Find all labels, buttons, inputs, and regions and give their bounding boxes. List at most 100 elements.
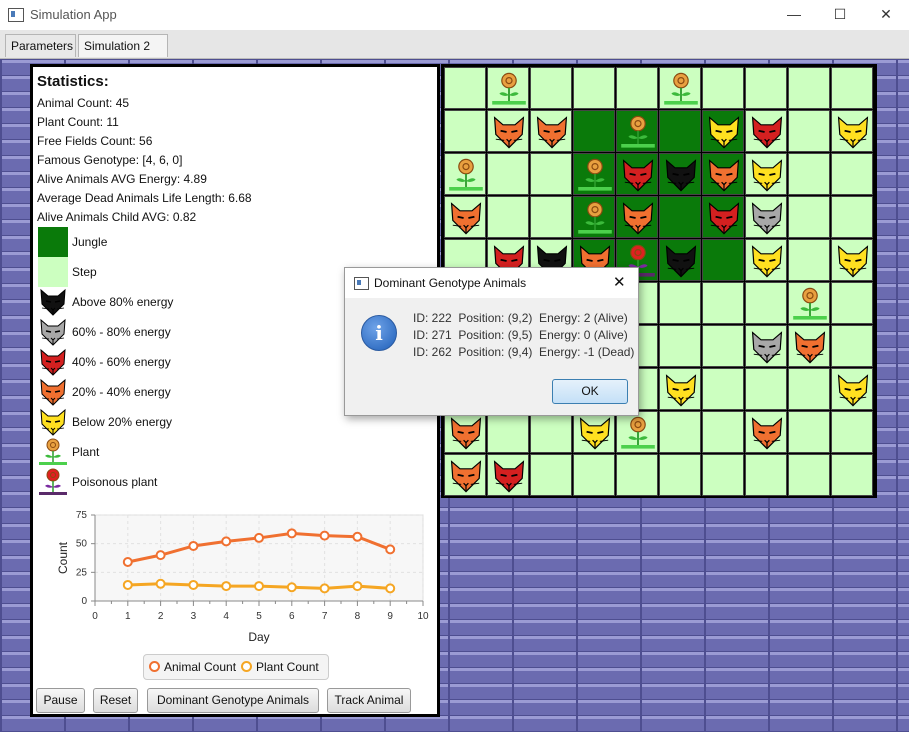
tab-label: Simulation 2 [84, 39, 151, 53]
x-tick-label: 7 [322, 611, 328, 622]
plant-icon [663, 71, 699, 110]
legend-label: 20% - 40% energy [72, 385, 171, 399]
title-bar: Simulation App — ☐ ✕ [0, 0, 909, 31]
step-cell[interactable] [745, 368, 787, 410]
cat-icon [38, 377, 68, 407]
jungle-cell[interactable] [702, 239, 744, 281]
step-cell[interactable] [444, 110, 486, 152]
dialog-close-icon[interactable]: ✕ [613, 273, 626, 291]
animal-gray-icon [749, 329, 785, 368]
step-cell[interactable] [530, 411, 572, 453]
step-cell[interactable] [659, 411, 701, 453]
step-cell[interactable] [530, 67, 572, 109]
step-cell[interactable] [487, 153, 529, 195]
y-tick-label: 25 [76, 567, 88, 578]
plant-count-marker-icon [241, 661, 252, 672]
step-cell[interactable] [444, 67, 486, 109]
step-cell[interactable] [788, 110, 830, 152]
animal-orange-icon [491, 114, 527, 153]
tab-parameters[interactable]: Parameters [5, 34, 76, 57]
step-cell[interactable] [530, 454, 572, 496]
step-cell[interactable] [659, 325, 701, 367]
data-point-series-0 [122, 557, 133, 568]
step-cell[interactable] [616, 454, 658, 496]
step-cell[interactable] [702, 454, 744, 496]
step-cell[interactable] [616, 67, 658, 109]
series-name: Animal Count [164, 660, 237, 674]
ok-button[interactable]: OK [552, 379, 628, 404]
step-cell[interactable] [659, 282, 701, 324]
step-cell[interactable] [788, 67, 830, 109]
step-cell[interactable] [573, 454, 615, 496]
legend-label: Poisonous plant [72, 475, 158, 489]
step-cell[interactable] [745, 67, 787, 109]
legend-label: 40% - 60% energy [72, 355, 171, 369]
step-cell[interactable] [831, 325, 873, 367]
dialog-line: ID: 262 Position: (9,4) Energy: -1 (Dead… [413, 345, 635, 359]
y-tick-label: 75 [76, 510, 88, 521]
step-cell[interactable] [702, 67, 744, 109]
step-cell[interactable] [831, 282, 873, 324]
plant-icon [620, 415, 656, 454]
step-cell[interactable] [530, 196, 572, 238]
data-point-series-0 [286, 528, 297, 539]
step-cell[interactable] [788, 454, 830, 496]
data-point-series-1 [122, 579, 133, 590]
dialog-title-bar: Dominant Genotype Animals ✕ [345, 268, 638, 298]
data-point-series-1 [221, 581, 232, 592]
plant-icon [577, 200, 613, 239]
step-cell[interactable] [659, 454, 701, 496]
step-cell[interactable] [530, 153, 572, 195]
step-cell[interactable] [788, 411, 830, 453]
data-point-series-1 [385, 583, 396, 594]
step-cell[interactable] [702, 368, 744, 410]
plant-icon [577, 157, 613, 196]
step-cell[interactable] [831, 411, 873, 453]
animal-count-marker-icon [149, 661, 160, 672]
tab-bar: Parameters Simulation 2 ✕ [0, 30, 909, 76]
data-point-series-1 [352, 581, 363, 592]
maximize-button[interactable]: ☐ [817, 0, 863, 30]
jungle-swatch [38, 227, 68, 257]
data-point-series-1 [155, 578, 166, 589]
reset-button[interactable]: Reset [93, 688, 138, 713]
x-tick-label: 3 [191, 611, 197, 622]
pause-button[interactable]: Pause [36, 688, 85, 713]
dominant-genotype-button[interactable]: Dominant Genotype Animals [147, 688, 319, 713]
step-cell[interactable] [788, 196, 830, 238]
step-cell[interactable] [745, 454, 787, 496]
step-cell[interactable] [831, 196, 873, 238]
step-cell[interactable] [487, 411, 529, 453]
close-window-button[interactable]: ✕ [863, 0, 909, 30]
tab-simulation-2[interactable]: Simulation 2 ✕ [78, 34, 168, 76]
x-tick-label: 0 [92, 611, 98, 622]
animal-red-icon [491, 458, 527, 497]
x-tick-label: 10 [417, 611, 429, 622]
animal-orange-icon [620, 200, 656, 239]
data-point-series-0 [385, 544, 396, 555]
stat-animal-count: Animal Count: 45 [37, 96, 130, 110]
data-point-series-0 [188, 540, 199, 551]
step-cell[interactable] [487, 196, 529, 238]
cat-icon [38, 287, 68, 317]
x-tick-label: 5 [256, 611, 262, 622]
step-cell[interactable] [831, 153, 873, 195]
step-cell[interactable] [745, 282, 787, 324]
track-animal-button[interactable]: Track Animal [327, 688, 411, 713]
jungle-cell[interactable] [573, 110, 615, 152]
step-cell[interactable] [788, 368, 830, 410]
jungle-cell[interactable] [659, 196, 701, 238]
legend-label: Above 80% energy [72, 295, 174, 309]
step-cell[interactable] [702, 411, 744, 453]
minimize-button[interactable]: — [771, 0, 817, 30]
step-cell[interactable] [702, 325, 744, 367]
step-cell[interactable] [573, 67, 615, 109]
step-cell[interactable] [831, 67, 873, 109]
step-cell[interactable] [831, 454, 873, 496]
step-cell[interactable] [702, 282, 744, 324]
animal-yellow-icon [749, 157, 785, 196]
animal-orange-icon [534, 114, 570, 153]
step-cell[interactable] [788, 239, 830, 281]
step-cell[interactable] [788, 153, 830, 195]
jungle-cell[interactable] [659, 110, 701, 152]
